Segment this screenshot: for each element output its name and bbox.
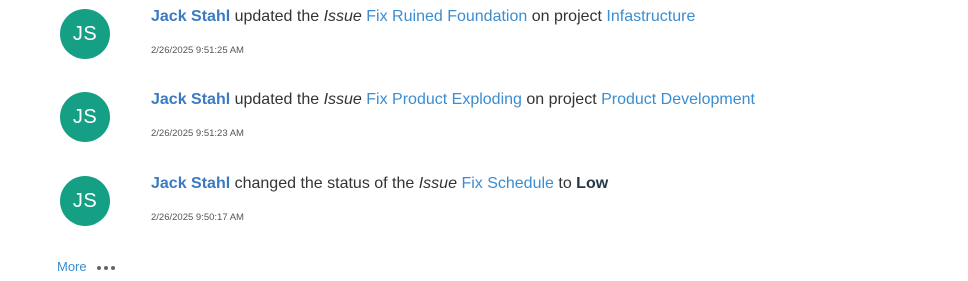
ellipsis-dot: [104, 266, 108, 270]
user-link[interactable]: Jack Stahl: [151, 8, 230, 25]
connector-text: to: [553, 175, 577, 192]
activity-description: Jack Stahl changed the status of the Iss…: [151, 174, 608, 194]
activity-item: JS Jack Stahl updated the Issue Fix Prod…: [0, 83, 968, 153]
activity-timestamp: 2/26/2025 9:50:17 AM: [151, 212, 244, 223]
activity-description: Jack Stahl updated the Issue Fix Ruined …: [151, 7, 695, 27]
user-link[interactable]: Jack Stahl: [151, 175, 230, 192]
avatar[interactable]: JS: [60, 92, 110, 142]
ellipsis-dot: [97, 266, 101, 270]
entity-type: Issue: [418, 175, 457, 192]
action-text: changed the status of the: [230, 175, 419, 192]
project-link[interactable]: Infastructure: [606, 8, 695, 25]
issue-link[interactable]: Fix Product Exploding: [366, 91, 522, 108]
connector-text: on project: [527, 8, 607, 25]
activity-timestamp: 2/26/2025 9:51:25 AM: [151, 45, 244, 56]
activity-description: Jack Stahl updated the Issue Fix Product…: [151, 90, 755, 110]
connector-text: on project: [521, 91, 602, 108]
issue-link[interactable]: Fix Schedule: [461, 175, 554, 192]
more-button[interactable]: More: [57, 259, 87, 275]
avatar[interactable]: JS: [60, 9, 110, 59]
avatar[interactable]: JS: [60, 176, 110, 226]
action-text: updated the: [230, 91, 324, 108]
activity-timestamp: 2/26/2025 9:51:23 AM: [151, 128, 244, 139]
issue-link[interactable]: Fix Ruined Foundation: [366, 8, 527, 25]
activity-item: JS Jack Stahl updated the Issue Fix Ruin…: [0, 0, 968, 70]
project-link[interactable]: Product Development: [601, 91, 755, 108]
activity-item: JS Jack Stahl changed the status of the …: [0, 167, 968, 237]
status-value: Low: [576, 175, 609, 192]
entity-type: Issue: [323, 8, 362, 25]
ellipsis-dot: [111, 266, 115, 270]
ellipsis-icon[interactable]: [97, 266, 115, 270]
user-link[interactable]: Jack Stahl: [151, 91, 230, 108]
entity-type: Issue: [323, 91, 362, 108]
action-text: updated the: [230, 8, 324, 25]
